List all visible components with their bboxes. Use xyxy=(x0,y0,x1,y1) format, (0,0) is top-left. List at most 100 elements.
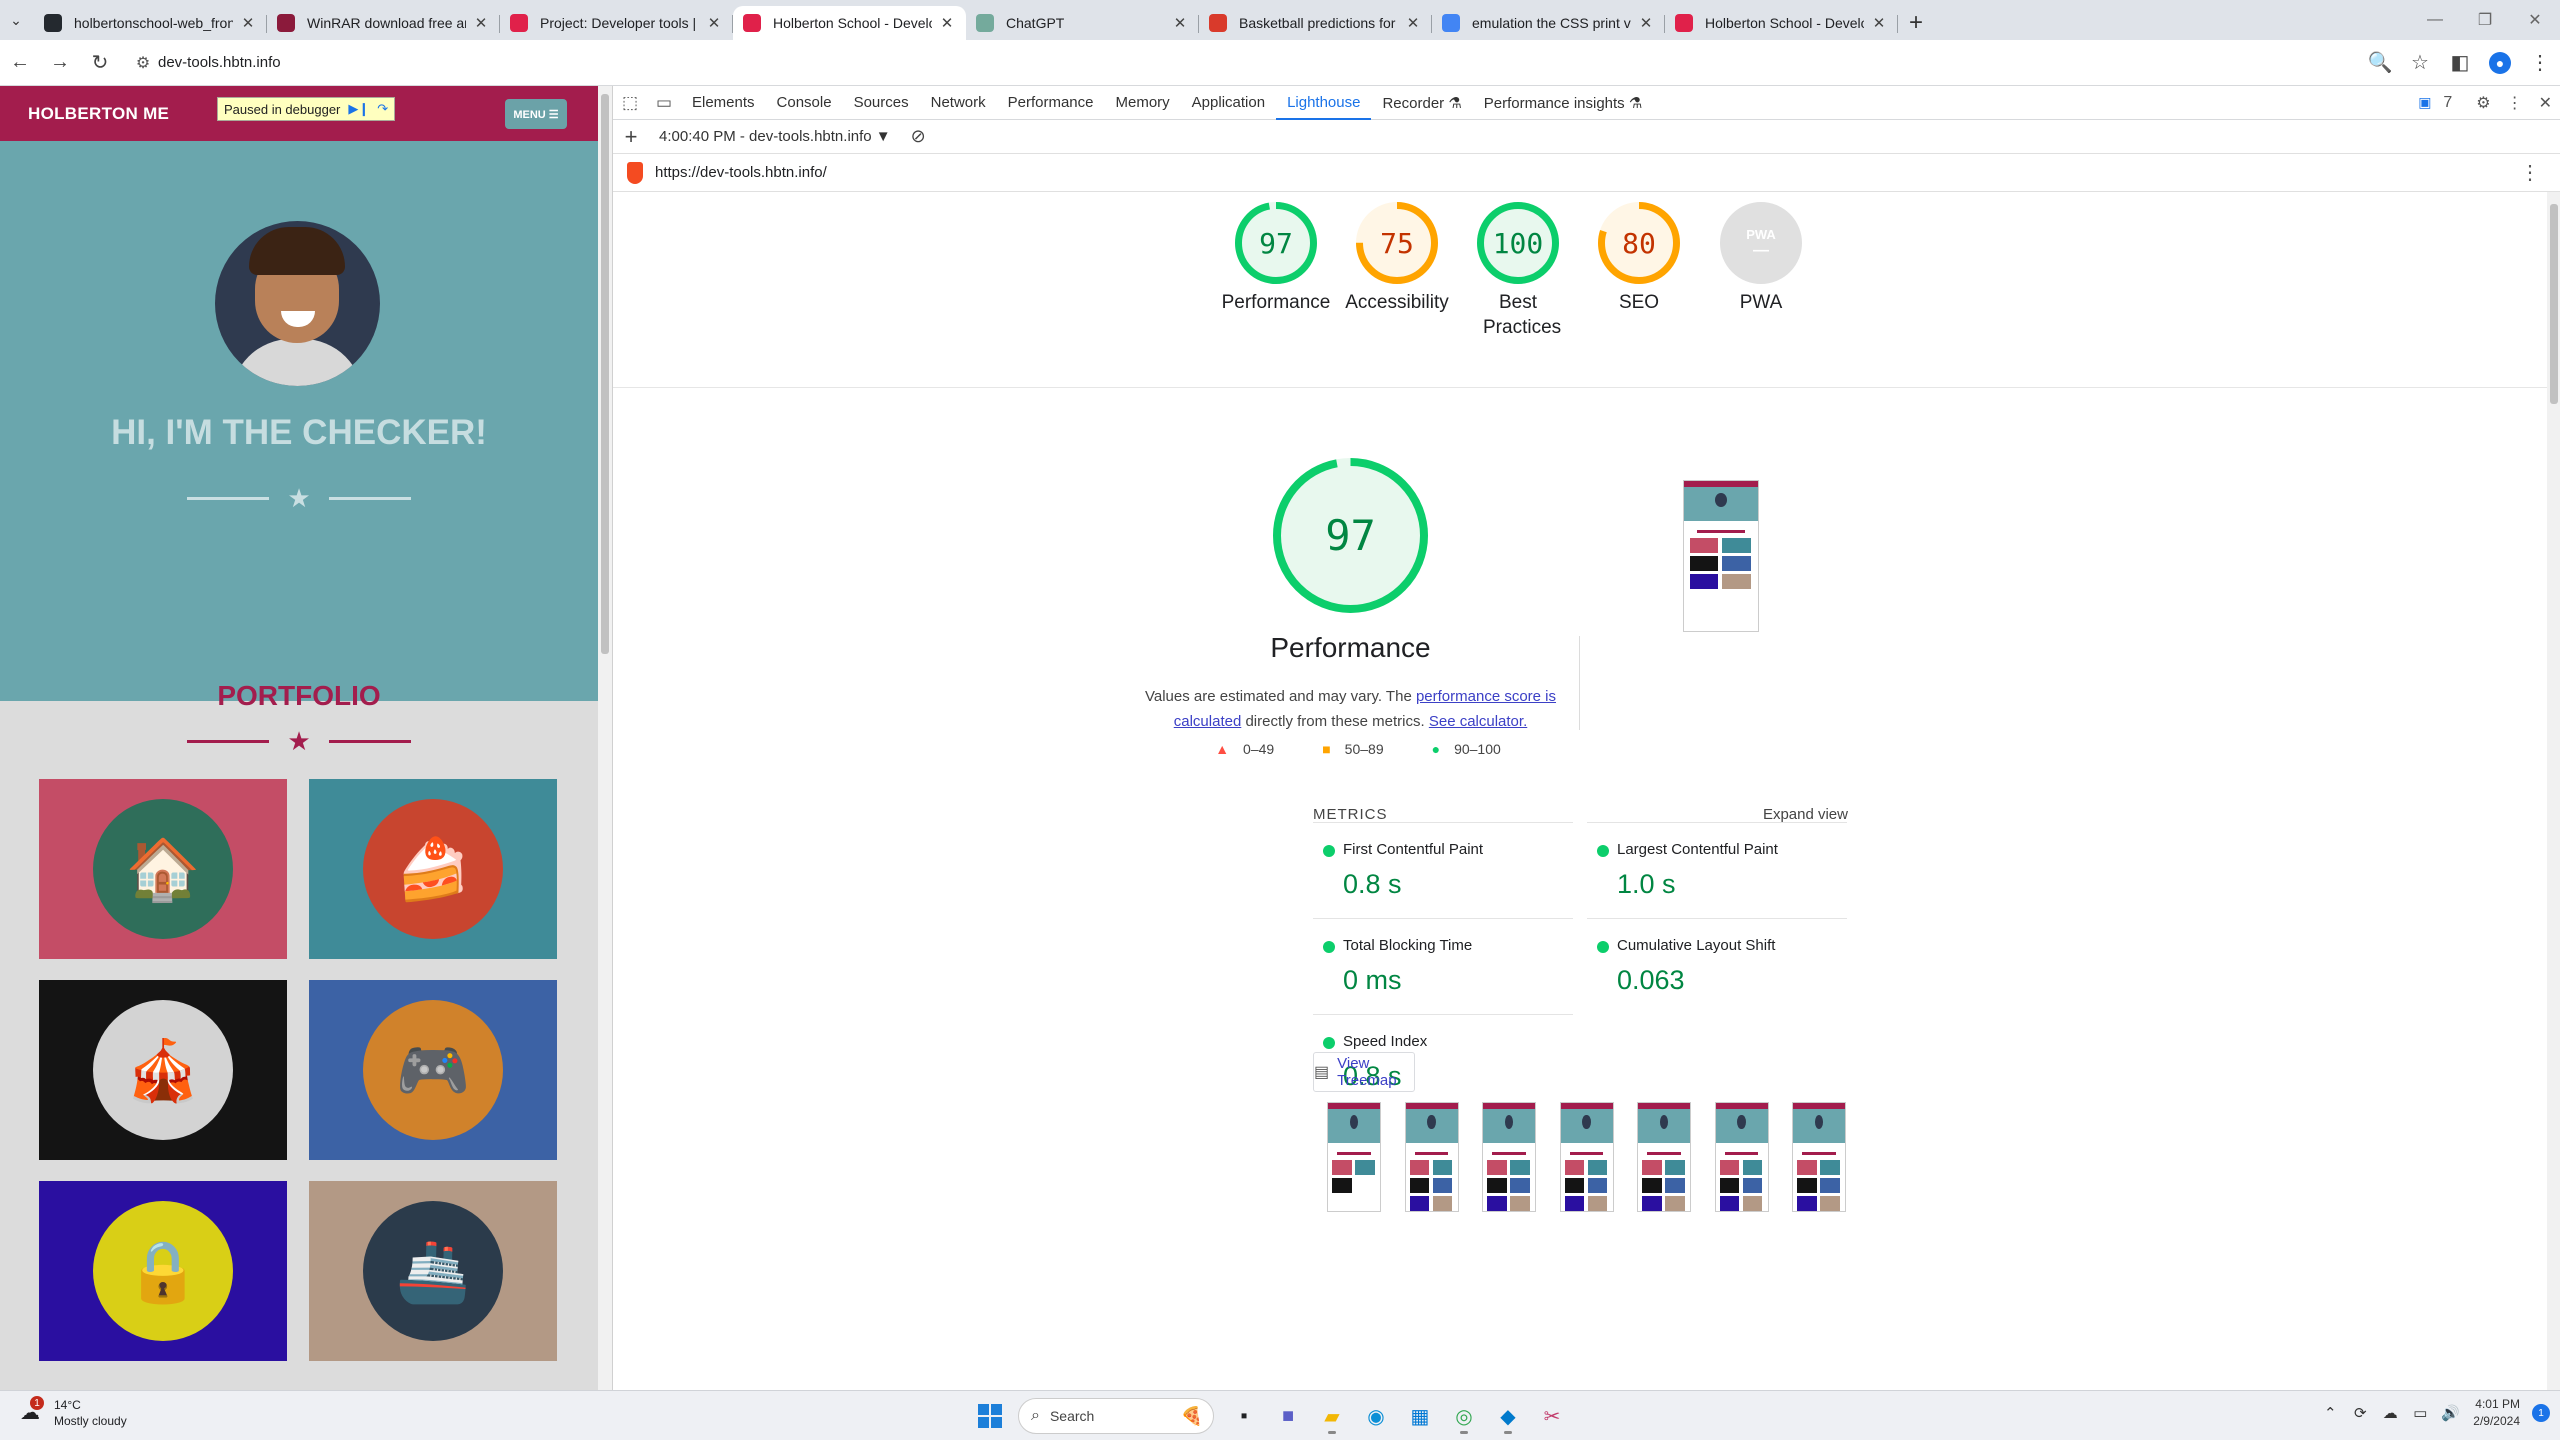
menu-button[interactable]: MENU ☰ xyxy=(505,99,567,129)
close-tab-icon[interactable]: ✕ xyxy=(938,14,956,32)
new-tab-button[interactable]: + xyxy=(1898,6,1934,40)
thumbnail-tile xyxy=(1487,1160,1507,1175)
bookmark-star-icon[interactable]: ☆ xyxy=(2400,43,2440,83)
close-tab-icon[interactable]: ✕ xyxy=(239,14,257,32)
portfolio-item-game[interactable]: 🎮 xyxy=(309,980,557,1160)
browser-tab[interactable]: Holberton School - Developer t ✕ xyxy=(733,6,966,40)
portfolio-item-safe[interactable]: 🔒 xyxy=(39,1181,287,1361)
close-tab-icon[interactable]: ✕ xyxy=(1870,14,1888,32)
close-tab-icon[interactable]: ✕ xyxy=(1404,14,1422,32)
divider-line xyxy=(328,740,411,743)
teams-chat-icon[interactable]: ■ xyxy=(1266,1396,1310,1436)
sync-icon[interactable]: ⟳ xyxy=(2345,1404,2375,1422)
devtools-menu-icon[interactable]: ⋮ xyxy=(2499,93,2531,113)
close-tab-icon[interactable]: ✕ xyxy=(1171,14,1189,32)
expand-view-toggle[interactable]: Expand view xyxy=(1763,806,1848,823)
page-scrollbar[interactable] xyxy=(598,86,612,1390)
restore-icon[interactable]: ❐ xyxy=(2460,0,2510,40)
tray-overflow-icon[interactable]: ⌃ xyxy=(2315,1404,2345,1422)
browser-tab[interactable]: Basketball predictions for Toda ✕ xyxy=(1199,6,1432,40)
thumbnail-mt xyxy=(1414,1152,1449,1155)
devtools-tab-performance[interactable]: Performance xyxy=(997,86,1105,120)
gauge-performance[interactable]: 97 Performance xyxy=(1216,202,1336,315)
devtools-tab-lighthouse[interactable]: Lighthouse xyxy=(1276,86,1372,120)
devtools-tab-memory[interactable]: Memory xyxy=(1105,86,1181,120)
network-icon[interactable]: ▭ xyxy=(2405,1404,2435,1422)
gauge-best-practices[interactable]: 100 Best Practices xyxy=(1458,202,1578,340)
portfolio-item-cabin[interactable]: 🏠 xyxy=(39,779,287,959)
see-calculator-link[interactable]: See calculator. xyxy=(1429,713,1527,730)
vscode-icon[interactable]: ◆ xyxy=(1486,1396,1530,1436)
final-screenshot[interactable] xyxy=(1683,480,1759,632)
gauge-pwa[interactable]: PWA — PWA xyxy=(1701,202,1821,315)
issues-counter[interactable]: ▣ 7 xyxy=(2410,94,2468,112)
snipping-tool-icon[interactable]: ✂ xyxy=(1530,1396,1574,1436)
devtools-tab-performance-insights[interactable]: Performance insights ⚗ xyxy=(1473,86,1654,120)
tab-search-icon[interactable]: ⌄ xyxy=(0,0,32,40)
thumbnail-tile xyxy=(1487,1196,1507,1211)
browser-tab[interactable]: emulation the CSS print version ✕ xyxy=(1432,6,1665,40)
address-bar[interactable]: ⚙ dev-tools.hbtn.info xyxy=(128,45,2352,81)
browser-tab[interactable]: ChatGPT ✕ xyxy=(966,6,1199,40)
devtools-settings-icon[interactable]: ⚙ xyxy=(2468,93,2498,113)
gauge-seo[interactable]: 80 SEO xyxy=(1579,202,1699,315)
task-view-icon[interactable]: ▪ xyxy=(1222,1396,1266,1436)
resume-icon[interactable]: ▶❙ xyxy=(348,101,369,117)
close-window-icon[interactable]: ✕ xyxy=(2510,0,2560,40)
notification-badge[interactable]: 1 xyxy=(2532,1404,2550,1422)
reload-icon[interactable]: ↻ xyxy=(80,43,120,83)
step-over-icon[interactable]: ↷ xyxy=(377,101,388,117)
close-tab-icon[interactable]: ✕ xyxy=(1637,14,1655,32)
devtools-tab-application[interactable]: Application xyxy=(1181,86,1276,120)
view-treemap-button[interactable]: ▤ View Treemap xyxy=(1313,1052,1415,1092)
zoom-icon[interactable]: 🔍 xyxy=(2360,43,2400,83)
chrome-icon[interactable]: ◎ xyxy=(1442,1396,1486,1436)
browser-tab[interactable]: Holberton School - Developer t ✕ xyxy=(1665,6,1898,40)
browser-menu-icon[interactable]: ⋮ xyxy=(2520,43,2560,83)
forward-icon[interactable]: → xyxy=(40,43,80,83)
volume-icon[interactable]: 🔊 xyxy=(2435,1404,2465,1422)
store-icon[interactable]: ▦ xyxy=(1398,1396,1442,1436)
browser-tab[interactable]: holbertonschool-web_front_en ✕ xyxy=(34,6,267,40)
report-url: https://dev-tools.hbtn.info/ xyxy=(655,164,827,181)
taskbar-search[interactable]: ⌕ Search 🍕 xyxy=(1018,1398,1214,1434)
portfolio-item-circus[interactable]: 🎪 xyxy=(39,980,287,1160)
devtools-tab-recorder[interactable]: Recorder ⚗ xyxy=(1371,86,1472,120)
inspect-element-icon[interactable]: ⬚ xyxy=(613,93,647,113)
devtools-scrollbar[interactable] xyxy=(2547,192,2560,1390)
clock[interactable]: 4:01 PM 2/9/2024 xyxy=(2473,1396,2520,1430)
back-icon[interactable]: ← xyxy=(0,43,40,83)
pass-dot-icon xyxy=(1323,1037,1335,1049)
clear-reports-icon[interactable]: ⊘ xyxy=(911,126,926,147)
file-explorer-icon[interactable]: ▰ xyxy=(1310,1396,1354,1436)
devtools-tab-console[interactable]: Console xyxy=(766,86,843,120)
devtools-tab-elements[interactable]: Elements xyxy=(681,86,766,120)
new-report-icon[interactable]: + xyxy=(613,124,649,150)
portfolio-item-cake[interactable]: 🍰 xyxy=(309,779,557,959)
devtools-tab-sources[interactable]: Sources xyxy=(843,86,920,120)
browser-tab[interactable]: WinRAR download free and su ✕ xyxy=(267,6,500,40)
site-info-icon[interactable]: ⚙ xyxy=(128,53,158,73)
scrollbar-thumb[interactable] xyxy=(601,94,609,654)
scrollbar-thumb[interactable] xyxy=(2550,204,2558,404)
portfolio-item-submarine[interactable]: 🚢 xyxy=(309,1181,557,1361)
site-brand[interactable]: HOLBERTON ME xyxy=(28,104,169,124)
browser-tab[interactable]: Project: Developer tools | Holb ✕ xyxy=(500,6,733,40)
filmstrip-frame xyxy=(1559,1102,1614,1212)
device-toolbar-icon[interactable]: ▭ xyxy=(647,93,681,113)
weather-widget[interactable]: ☁ 1 14°C Mostly cloudy xyxy=(20,1396,127,1429)
devtools-tab-network[interactable]: Network xyxy=(920,86,997,120)
profile-icon[interactable]: ● xyxy=(2480,43,2520,83)
search-highlight-icon: 🍕 xyxy=(1180,1405,1203,1426)
report-selector[interactable]: 4:00:40 PM - dev-tools.hbtn.info ▼ xyxy=(659,128,891,145)
onedrive-icon[interactable]: ☁ xyxy=(2375,1404,2405,1422)
close-tab-icon[interactable]: ✕ xyxy=(705,14,723,32)
edge-icon[interactable]: ◉ xyxy=(1354,1396,1398,1436)
minimize-icon[interactable]: — xyxy=(2410,0,2460,40)
start-button[interactable] xyxy=(970,1396,1010,1436)
side-panel-icon[interactable]: ◧ xyxy=(2440,43,2480,83)
devtools-close-icon[interactable]: ✕ xyxy=(2531,93,2560,113)
close-tab-icon[interactable]: ✕ xyxy=(472,14,490,32)
report-menu-icon[interactable]: ⋮ xyxy=(2520,160,2540,185)
gauge-accessibility[interactable]: 75 Accessibility xyxy=(1337,202,1457,315)
